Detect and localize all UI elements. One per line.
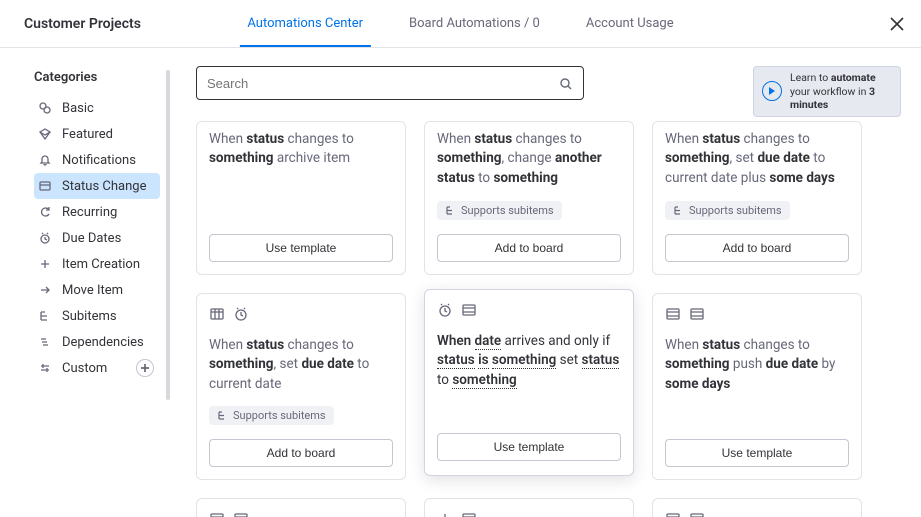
dependencies-icon bbox=[38, 335, 52, 349]
clock-icon bbox=[38, 231, 52, 245]
card-icons bbox=[665, 511, 849, 517]
plus-icon bbox=[38, 257, 52, 271]
card-text: When date arrives and only if status is … bbox=[437, 332, 621, 391]
add-to-board-button[interactable]: Add to board bbox=[209, 439, 393, 467]
status-icon bbox=[689, 306, 705, 326]
status-icon bbox=[461, 302, 477, 322]
arrow-right-icon bbox=[38, 283, 52, 297]
use-template-button[interactable]: Use template bbox=[665, 439, 849, 467]
learn-banner[interactable]: Learn to automate your workflow in 3 min… bbox=[753, 66, 901, 117]
main: Learn to automate your workflow in 3 min… bbox=[174, 48, 921, 517]
bell-icon bbox=[38, 153, 52, 167]
automation-card bbox=[424, 498, 634, 517]
sidebar: Categories Basic Featured Notifications … bbox=[0, 48, 174, 517]
sidebar-item-label: Item Creation bbox=[62, 257, 140, 272]
sidebar-item-label: Move Item bbox=[62, 283, 123, 298]
sidebar-item-custom[interactable]: Custom bbox=[34, 355, 160, 381]
card-text: When status changes to something, set du… bbox=[665, 122, 849, 189]
card-icons bbox=[437, 511, 621, 517]
sidebar-item-label: Basic bbox=[62, 101, 94, 116]
play-icon bbox=[762, 81, 782, 101]
tab-account-usage[interactable]: Account Usage bbox=[586, 0, 674, 47]
use-template-button[interactable]: Use template bbox=[437, 433, 621, 461]
sidebar-item-status-change[interactable]: Status Change bbox=[34, 173, 160, 199]
subitems-icon bbox=[38, 309, 52, 323]
tab-automations-center[interactable]: Automations Center bbox=[247, 0, 363, 47]
sidebar-item-label: Subitems bbox=[62, 309, 117, 324]
sidebar-scrollbar[interactable] bbox=[166, 70, 170, 400]
learn-text: Learn to automate your workflow in 3 min… bbox=[790, 71, 892, 112]
status-icon bbox=[38, 179, 52, 193]
status-icon bbox=[665, 306, 681, 326]
card-icons bbox=[665, 306, 849, 326]
sidebar-item-label: Recurring bbox=[62, 205, 117, 220]
sidebar-item-basic[interactable]: Basic bbox=[34, 95, 160, 121]
sidebar-item-dependencies[interactable]: Dependencies bbox=[34, 329, 160, 355]
status-icon bbox=[665, 511, 681, 517]
custom-icon bbox=[38, 361, 52, 375]
automation-card: When status changes to something, set du… bbox=[652, 121, 862, 275]
sidebar-item-label: Due Dates bbox=[62, 231, 121, 246]
status-icon bbox=[461, 511, 477, 517]
recurring-icon bbox=[38, 205, 52, 219]
automation-card: When status changes to something archive… bbox=[196, 121, 406, 275]
status-icon bbox=[209, 511, 225, 517]
tabs: Automations Center Board Automations / 0… bbox=[247, 0, 673, 47]
clock-icon bbox=[437, 302, 453, 322]
card-text: When status changes to something archive… bbox=[209, 122, 393, 169]
sidebar-item-label: Status Change bbox=[62, 179, 146, 194]
supports-subitems-tag: Supports subitems bbox=[209, 406, 334, 425]
page-title: Customer Projects bbox=[24, 16, 224, 32]
automation-card bbox=[652, 498, 862, 517]
sidebar-item-label: Notifications bbox=[62, 153, 136, 168]
card-text: When status changes to something, change… bbox=[437, 122, 621, 189]
card-text: When status changes to something, set du… bbox=[209, 336, 393, 395]
status-icon bbox=[689, 511, 705, 517]
automation-card: When date arrives and only if status is … bbox=[424, 289, 634, 477]
automation-card: When status changes to something, change… bbox=[424, 121, 634, 275]
sidebar-item-label: Dependencies bbox=[62, 335, 144, 350]
header: Customer Projects Automations Center Boa… bbox=[0, 0, 921, 48]
search-input[interactable] bbox=[207, 76, 551, 91]
sidebar-item-subitems[interactable]: Subitems bbox=[34, 303, 160, 329]
card-icons bbox=[209, 306, 393, 326]
basic-icon bbox=[38, 101, 52, 115]
search-field[interactable] bbox=[196, 66, 584, 100]
sidebar-item-item-creation[interactable]: Item Creation bbox=[34, 251, 160, 277]
sidebar-item-recurring[interactable]: Recurring bbox=[34, 199, 160, 225]
plus-icon bbox=[437, 511, 453, 517]
sidebar-item-label: Custom bbox=[62, 361, 107, 376]
tab-board-automations[interactable]: Board Automations / 0 bbox=[409, 0, 540, 47]
add-custom-icon[interactable] bbox=[136, 359, 154, 377]
featured-icon bbox=[38, 127, 52, 141]
search-icon bbox=[559, 76, 573, 90]
automation-card: When status changes to something, set du… bbox=[196, 293, 406, 481]
automation-card: When status changes to something push du… bbox=[652, 293, 862, 481]
sidebar-item-due-dates[interactable]: Due Dates bbox=[34, 225, 160, 251]
close-icon[interactable] bbox=[887, 14, 907, 34]
card-icons bbox=[209, 511, 393, 517]
sidebar-item-label: Featured bbox=[62, 127, 113, 142]
automation-card bbox=[196, 498, 406, 517]
add-to-board-button[interactable]: Add to board bbox=[665, 234, 849, 262]
sidebar-item-featured[interactable]: Featured bbox=[34, 121, 160, 147]
sidebar-item-notifications[interactable]: Notifications bbox=[34, 147, 160, 173]
card-text: When status changes to something push du… bbox=[665, 336, 849, 395]
supports-subitems-tag: Supports subitems bbox=[665, 201, 790, 220]
sidebar-title: Categories bbox=[34, 70, 160, 85]
status-icon bbox=[209, 306, 225, 326]
card-icons bbox=[437, 302, 621, 322]
clock-icon bbox=[233, 306, 249, 326]
sidebar-item-move-item[interactable]: Move Item bbox=[34, 277, 160, 303]
status-icon bbox=[233, 511, 249, 517]
use-template-button[interactable]: Use template bbox=[209, 234, 393, 262]
supports-subitems-tag: Supports subitems bbox=[437, 201, 562, 220]
add-to-board-button[interactable]: Add to board bbox=[437, 234, 621, 262]
